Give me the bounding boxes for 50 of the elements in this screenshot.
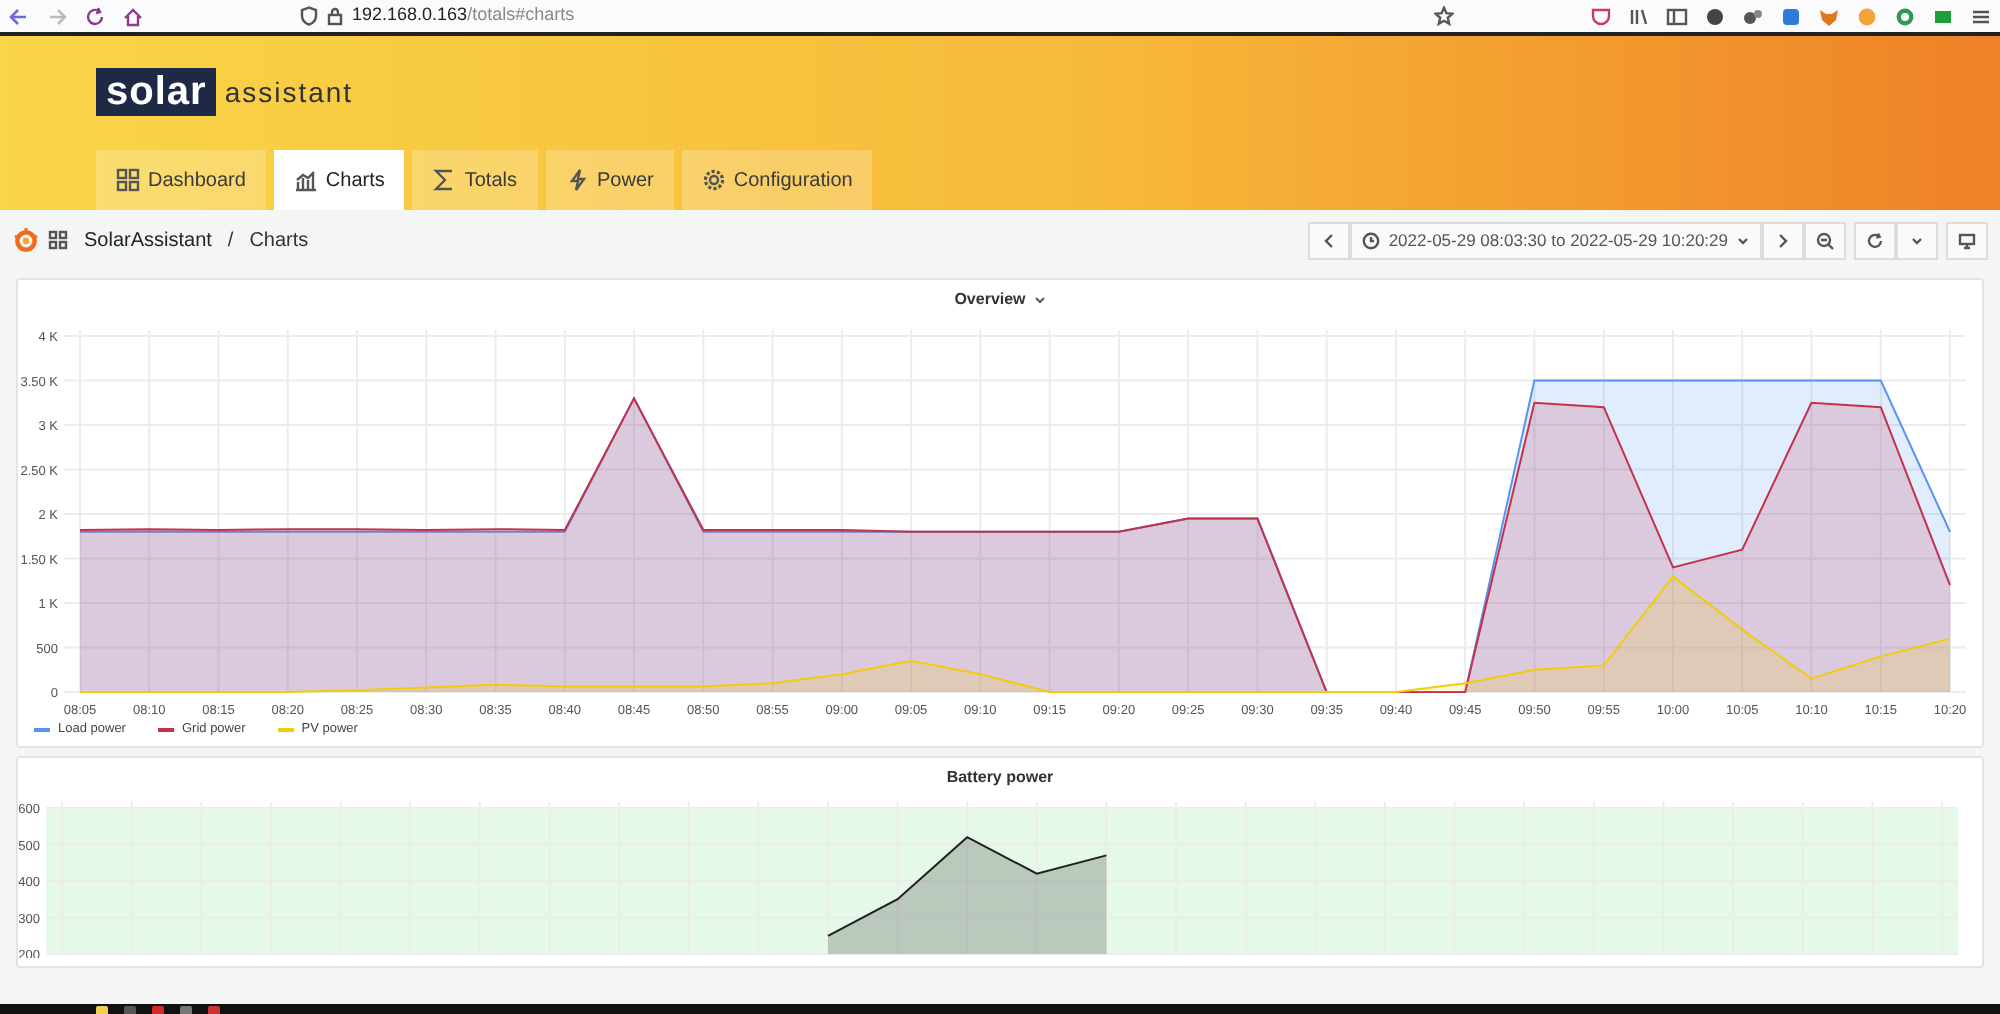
tv-mode-button[interactable] [1946,221,1988,259]
logo-text: solar [96,68,217,116]
app-icon[interactable] [96,1005,108,1014]
time-range-picker[interactable]: 2022-05-29 08:03:30 to 2022-05-29 10:20:29 [1350,221,1762,259]
extension-icon[interactable] [1932,5,1954,27]
nav-tab[interactable]: Configuration [681,150,873,210]
tv-mode-icon [1958,231,1976,249]
extension-icon[interactable] [1894,5,1916,27]
refresh-button[interactable] [1854,221,1896,259]
next-icon [1774,231,1792,249]
library-icon[interactable] [1628,5,1650,27]
next-button[interactable] [1762,221,1804,259]
clock-icon [1362,231,1381,249]
caret-icon [1736,233,1750,247]
zoom-out-icon [1816,231,1834,249]
settings-icon [701,168,726,192]
previous-button[interactable] [1308,221,1351,259]
nav-tab[interactable]: Dashboard [96,150,266,210]
nav-tab[interactable]: Totals [412,150,537,210]
apps-icon [48,230,68,250]
home-icon[interactable] [122,5,144,27]
star-icon[interactable] [1434,6,1454,26]
breadcrumb-separator: / [227,227,234,255]
panel-title[interactable]: Battery power [946,766,1054,790]
reload-icon[interactable] [84,5,106,27]
extension-icon[interactable] [1780,5,1802,27]
pocket-icon[interactable] [1590,5,1612,27]
zoom-out-button[interactable] [1804,221,1846,259]
fox-icon[interactable] [1818,5,1840,27]
caret-icon[interactable] [1033,294,1046,306]
dashboard-icon [116,168,140,192]
lock-icon [326,6,344,26]
menu-icon[interactable] [1970,5,1992,27]
nav-tab[interactable]: Power [545,150,674,210]
breadcrumb-link[interactable]: SolarAssistant [84,225,212,255]
extension-icon[interactable] [1742,5,1764,27]
refresh-icon [1866,231,1884,249]
sidebar-icon[interactable] [1666,5,1688,27]
nav-tab[interactable]: Charts [273,150,405,210]
breadcrumb-current: Charts [249,227,309,255]
panel-title[interactable]: Overview [954,288,1026,312]
lightning-icon [565,168,589,192]
chart-icon [293,168,318,192]
shield-icon [300,6,318,26]
sun-logo-icon[interactable] [12,226,40,254]
previous-icon [1320,231,1339,249]
logo-text: assistant [224,73,354,111]
url-text: 192.168.0.163/totals#charts [352,2,575,29]
sum-icon [432,168,457,192]
back-icon[interactable] [8,5,30,27]
